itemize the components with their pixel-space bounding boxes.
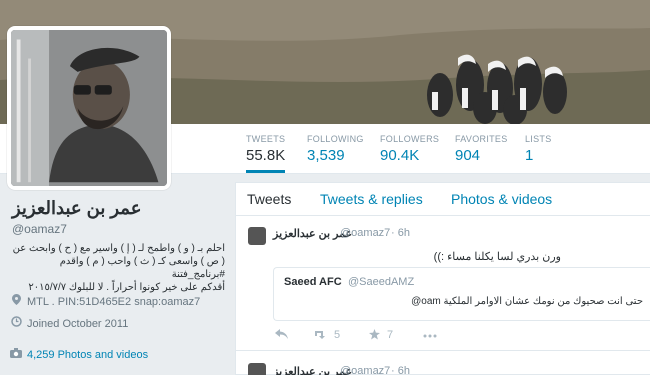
photos-link[interactable]: 4,259 Photos and videos bbox=[27, 349, 148, 361]
stat-label: FOLLOWERS bbox=[380, 134, 440, 144]
stat-label: FAVORITES bbox=[455, 134, 508, 144]
camera-icon bbox=[10, 348, 22, 361]
stat-label: FOLLOWING bbox=[307, 134, 364, 144]
tab-photos-videos[interactable]: Photos & videos bbox=[451, 191, 552, 207]
profile-name: عمر بن عبدالعزيز bbox=[12, 198, 142, 218]
tweet-avatar[interactable] bbox=[248, 227, 266, 245]
tab-tweets[interactable]: Tweets bbox=[247, 191, 291, 207]
stat-label: TWEETS bbox=[246, 134, 286, 144]
stat-value: 90.4K bbox=[380, 147, 420, 164]
stat-value: 904 bbox=[455, 147, 481, 164]
timeline-tabs: Tweets Tweets & replies Photos & videos bbox=[236, 183, 650, 216]
stat-value: 1 bbox=[525, 147, 534, 164]
quote-author-handle: @SaeedAMZ bbox=[348, 276, 415, 288]
calendar-icon bbox=[10, 316, 22, 330]
retweet-icon[interactable] bbox=[313, 329, 327, 342]
avatar-image bbox=[11, 30, 167, 186]
timeline: Tweets Tweets & replies Photos & videos … bbox=[235, 182, 650, 375]
stat-lists[interactable]: LISTS 1 bbox=[525, 134, 552, 164]
stat-tweets[interactable]: TWEETS 55.8K bbox=[246, 134, 286, 173]
tweet-time[interactable]: · 6h bbox=[391, 365, 410, 375]
tweet-item[interactable]: عمر بن عبدالعزيز @oamaz7 · 6h ورن بدري ل… bbox=[236, 217, 650, 351]
bio-line: أقدكم على خير كونوا أحراراً . لا للبلوك … bbox=[28, 282, 225, 293]
tweet-author-handle[interactable]: @oamaz7 bbox=[340, 227, 390, 239]
profile-handle[interactable]: @oamaz7 bbox=[12, 222, 67, 236]
tab-tweets-replies[interactable]: Tweets & replies bbox=[320, 191, 423, 207]
tweet-actions: 5 7 bbox=[273, 329, 573, 343]
quote-text: @oam حتى انت صحيوك من نومك عشان الاوامر … bbox=[411, 296, 643, 307]
stat-following[interactable]: FOLLOWING 3,539 bbox=[307, 134, 364, 164]
map-pin-icon bbox=[10, 294, 22, 308]
favorite-count: 7 bbox=[387, 329, 394, 341]
stat-value: 3,539 bbox=[307, 147, 345, 164]
joined-text: Joined October 2011 bbox=[27, 318, 129, 330]
tweet-avatar[interactable] bbox=[248, 363, 266, 375]
stat-followers[interactable]: FOLLOWERS 90.4K bbox=[380, 134, 439, 164]
tweet-text: ورن بدري لسا يكلنا مساء :)) bbox=[433, 251, 561, 263]
profile-photos[interactable]: 4,259 Photos and videos bbox=[10, 348, 148, 361]
profile-bio: احلم بـ ( و ) واطمح لـ ( إ ) واسير مع ( … bbox=[10, 242, 225, 294]
tweet-time[interactable]: · 6h bbox=[391, 227, 410, 239]
retweet-count: 5 bbox=[334, 329, 341, 341]
stat-label: LISTS bbox=[525, 134, 552, 144]
reply-icon[interactable] bbox=[275, 329, 288, 342]
stat-value: 55.8K bbox=[246, 147, 286, 164]
bio-line: ( ص ) واسعى كـ ( ث ) واحب ( م ) واقدم #ب… bbox=[59, 256, 225, 280]
profile-location: MTL . PIN:51D465E2 snap:oamaz7 bbox=[10, 294, 200, 308]
profile-avatar[interactable] bbox=[7, 26, 171, 190]
quote-author-name: Saeed AFC bbox=[284, 276, 342, 288]
stat-favorites[interactable]: FAVORITES 904 bbox=[455, 134, 508, 164]
tweet-author-handle[interactable]: @oamaz7 bbox=[340, 365, 390, 375]
more-icon[interactable] bbox=[423, 329, 437, 341]
tweet-item[interactable]: عمر بن عبدالعزيز @oamaz7 · 6h bbox=[236, 359, 650, 375]
quoted-tweet[interactable]: Saeed AFC @SaeedAMZ @oam حتى انت صحيوك م… bbox=[273, 267, 650, 321]
location-text: MTL . PIN:51D465E2 snap:oamaz7 bbox=[27, 296, 201, 308]
profile-joined: Joined October 2011 bbox=[10, 316, 128, 330]
bio-line: احلم بـ ( و ) واطمح لـ ( إ ) واسير مع ( … bbox=[12, 243, 225, 254]
favorite-icon[interactable] bbox=[369, 329, 380, 343]
